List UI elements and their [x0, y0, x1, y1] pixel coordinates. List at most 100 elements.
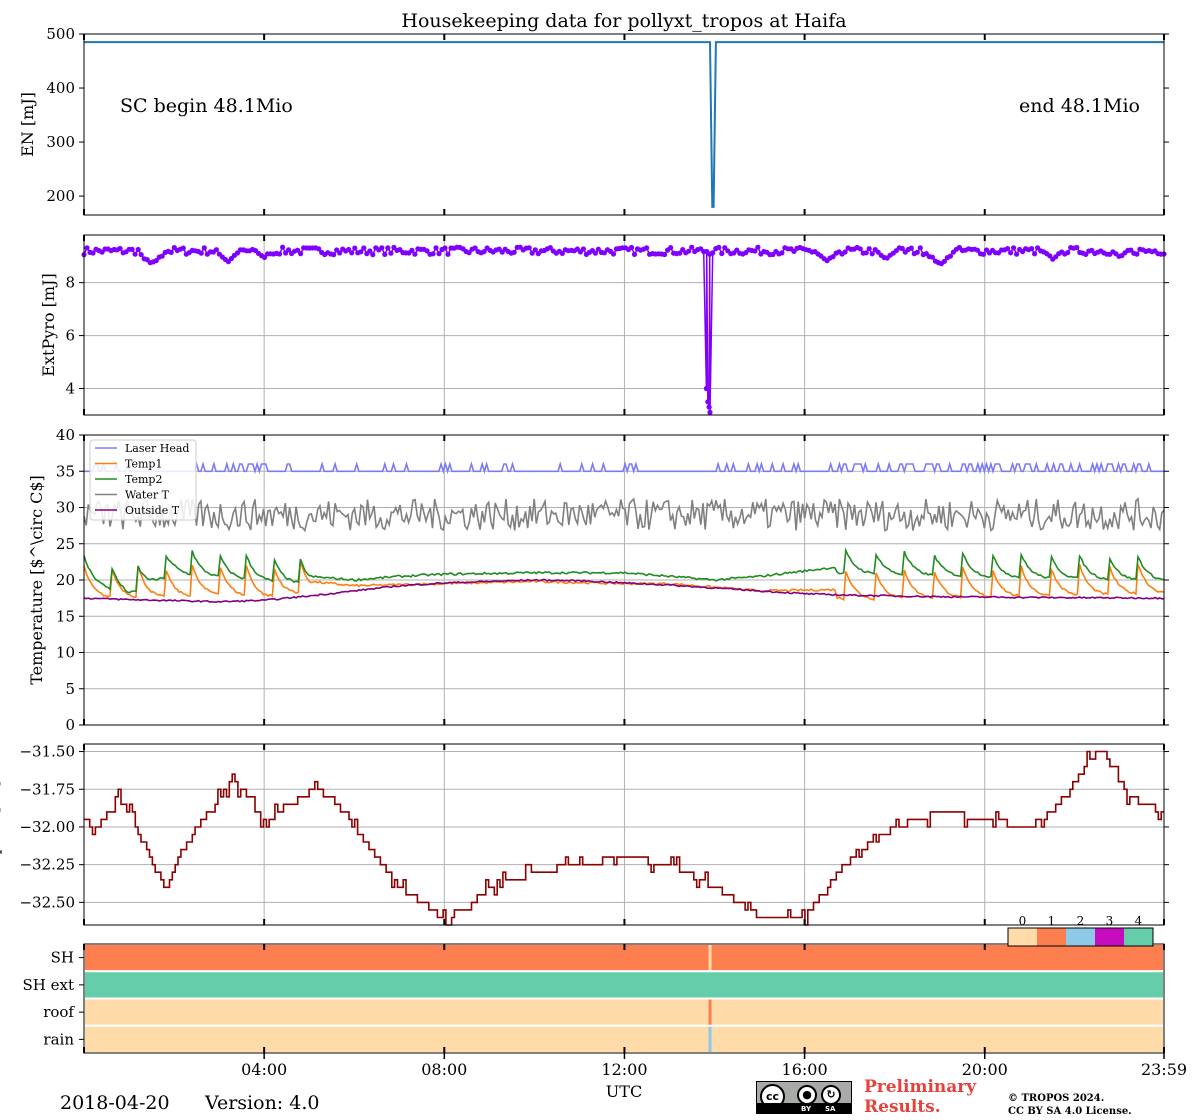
- extpyro-point: [382, 251, 388, 257]
- temperature-ylabel: Temperature [$^\circ C$]: [27, 475, 46, 685]
- status-event-roof: [708, 999, 712, 1025]
- extpyro-point: [180, 245, 186, 251]
- extpyro-point: [135, 246, 141, 253]
- extpyro-point: [132, 251, 138, 257]
- extpyro-point: [412, 251, 418, 257]
- extpyro-point: [857, 246, 863, 252]
- extpyro-point: [779, 250, 785, 256]
- status-row-label: SH: [51, 949, 74, 967]
- extpyro-point: [668, 245, 674, 251]
- t_detector-ytick-label: −32.25: [19, 856, 75, 874]
- extpyro-point: [1008, 250, 1014, 256]
- energy-annotation-end: end 48.1Mio: [1019, 95, 1140, 117]
- colorbar-swatch: [1008, 928, 1037, 946]
- x-tick-label: 08:00: [421, 1060, 467, 1079]
- extpyro-point: [117, 245, 123, 252]
- legend-label-water-t: Water T: [125, 489, 170, 502]
- temperature-ytick-label: 25: [56, 535, 75, 553]
- status-row-sh-ext: [83, 970, 1165, 1000]
- extpyro-point: [361, 245, 367, 251]
- extpyro-point: [710, 250, 716, 256]
- x-tick-label: 23:59: [1141, 1060, 1187, 1079]
- status-colorbar: 0 1 2 3 4: [1007, 914, 1154, 947]
- cc-license-badge[interactable]: cc ● ↻ BY SA: [756, 1081, 852, 1114]
- status-row-label: roof: [43, 1003, 75, 1021]
- extpyro-ytick-label: 8: [65, 274, 75, 292]
- extpyro-point: [352, 245, 358, 251]
- preliminary-line2: Results.: [864, 1097, 941, 1117]
- preliminary-results-note: Preliminary Results.: [864, 1077, 976, 1117]
- extpyro-point: [719, 250, 725, 257]
- extpyro-point: [908, 245, 914, 251]
- colorbar-swatch: [1066, 928, 1095, 946]
- extpyro-point: [280, 244, 286, 250]
- preliminary-line1: Preliminary: [864, 1077, 977, 1097]
- status-row-label: rain: [43, 1030, 74, 1048]
- extpyro-point: [631, 251, 638, 257]
- extpyro-point: [610, 251, 617, 257]
- legend-label-temp2: Temp2: [125, 473, 162, 486]
- t_detector-ylabel: Temp T0 [°C]: [0, 780, 2, 888]
- legend-label-temp1: Temp1: [125, 458, 162, 471]
- extpyro-point: [349, 250, 355, 256]
- t_detector-ytick-label: −31.75: [19, 780, 75, 798]
- extpyro-point: [689, 244, 695, 250]
- extpyro-point: [385, 245, 391, 251]
- extpyro-point: [445, 251, 451, 257]
- extpyro-point: [201, 245, 207, 251]
- footer-date: 2018-04-20: [60, 1092, 170, 1114]
- extpyro-point: [430, 251, 436, 257]
- extpyro-ylabel: ExtPyro [mJ]: [39, 273, 58, 376]
- extpyro-point: [198, 250, 204, 256]
- energy-ytick-label: 400: [46, 79, 75, 97]
- extpyro-point: [1032, 251, 1038, 257]
- share-alike-icon: ↻: [821, 1085, 841, 1105]
- extpyro-point: [298, 251, 304, 257]
- temperature-ytick-label: 5: [65, 680, 75, 698]
- copyright-line2: CC BY SA 4.0 License.: [1008, 1106, 1132, 1117]
- extpyro-point: [707, 409, 713, 415]
- temperature-series-laser-head: [84, 461, 1164, 475]
- by-label: BY: [801, 1105, 812, 1113]
- extpyro-point: [370, 252, 376, 258]
- energy-ytick-label: 300: [46, 133, 75, 151]
- status-row-label: SH ext: [23, 976, 75, 994]
- footer-version: Version: 4.0: [205, 1092, 320, 1114]
- extpyro-point: [866, 246, 872, 252]
- x-axis-label: UTC: [606, 1082, 642, 1101]
- temperature-ytick-label: 0: [65, 716, 75, 734]
- extpyro-point: [129, 246, 135, 252]
- colorbar-label: 3: [1106, 914, 1114, 928]
- sa-label: SA: [825, 1105, 836, 1113]
- extpyro-point: [1014, 251, 1020, 257]
- status-event-rain: [708, 1026, 712, 1052]
- copyright-line1: © TROPOS 2024.: [1008, 1093, 1105, 1104]
- extpyro-point: [442, 245, 448, 251]
- energy-annotation-begin: SC begin 48.1Mio: [120, 95, 293, 117]
- temperature-ytick-label: 30: [56, 499, 75, 517]
- extpyro-point: [1074, 244, 1080, 251]
- extpyro-point: [716, 244, 722, 250]
- extpyro-point: [526, 245, 532, 251]
- temperature-ytick-label: 20: [56, 571, 75, 589]
- extpyro-point: [84, 245, 90, 251]
- status-row-roof: [83, 997, 1165, 1027]
- colorbar-swatch: [1095, 928, 1124, 946]
- extpyro-point: [331, 252, 337, 258]
- temperature-ytick-label: 40: [56, 426, 75, 444]
- extpyro-point: [433, 245, 439, 251]
- copyright-note: © TROPOS 2024. CC BY SA 4.0 License.: [1008, 1092, 1132, 1118]
- extpyro-point: [1134, 251, 1140, 257]
- extpyro-point: [644, 245, 650, 251]
- energy-ytick-label: 500: [46, 25, 75, 43]
- extpyro-ytick-label: 4: [65, 380, 75, 398]
- temperature-ytick-label: 10: [56, 644, 75, 662]
- extpyro-point: [703, 385, 710, 392]
- x-tick-label: 04:00: [241, 1060, 287, 1079]
- extpyro-point: [580, 246, 587, 252]
- energy-frame: [83, 33, 1165, 216]
- colorbar-label: 0: [1019, 914, 1027, 928]
- colorbar-swatch: [1124, 928, 1153, 946]
- extpyro-point: [379, 245, 385, 251]
- t_detector-ytick-label: −31.50: [19, 743, 75, 761]
